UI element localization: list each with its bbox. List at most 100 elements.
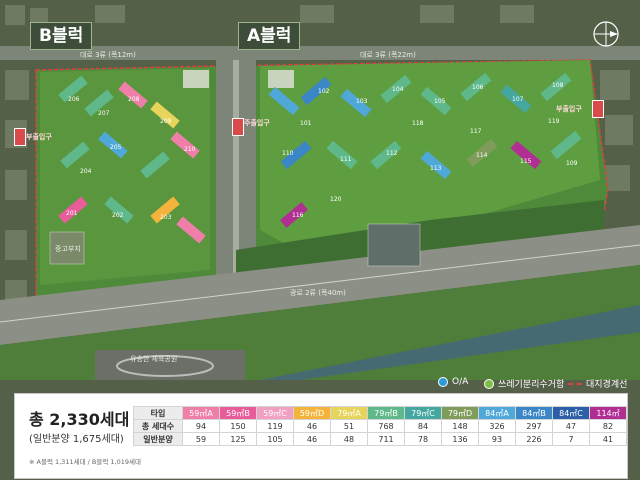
building-number: 207 [98, 110, 110, 117]
site-plan: B블럭 A블럭 대로 3류 (폭12m) 대로 3류 (폭22m) 광로 2류 … [0, 0, 640, 480]
compass-icon [593, 21, 619, 47]
type-cell: 114㎡ [589, 406, 627, 420]
building-number: 201 [66, 210, 78, 217]
total-cell: 150 [219, 419, 257, 433]
type-cell: 59㎡B [219, 406, 257, 420]
total-header: 총 세대수 [133, 419, 183, 433]
building-number: 203 [160, 214, 172, 221]
building-number: 104 [392, 86, 404, 93]
boundary-line-icon [568, 382, 582, 385]
building-number: 111 [340, 156, 352, 163]
total-cell: 82 [589, 419, 627, 433]
total-units: 총 2,330세대 [29, 410, 130, 429]
general-cell: 93 [478, 432, 516, 446]
general-row: 일반분양 59 125 105 46 48 711 78 136 93 226 7 41 [133, 432, 627, 446]
general-sale-units: (일반분양 1,675세대) [29, 434, 124, 445]
general-cell: 48 [330, 432, 368, 446]
total-cell: 46 [293, 419, 331, 433]
sports-park-label: 유승한 체육공원 [130, 355, 178, 363]
total-cell: 84 [404, 419, 442, 433]
building-number: 208 [128, 96, 140, 103]
building-number: 107 [512, 96, 524, 103]
oa-dot-icon [438, 377, 448, 387]
building-number: 202 [112, 212, 124, 219]
building-number: 110 [282, 150, 294, 157]
building-number: 109 [566, 160, 578, 167]
recycle-dot-icon [484, 378, 494, 389]
general-cell: 78 [404, 432, 442, 446]
community-center-a [268, 70, 294, 88]
main-gate-marker [232, 118, 244, 136]
building-number: 112 [386, 150, 398, 157]
general-cell: 59 [182, 432, 220, 446]
building-number: 102 [318, 88, 330, 95]
building-number: 118 [412, 120, 424, 127]
summary-panel: 총 2,330세대 (일반분양 1,675세대) ※ A블럭 1,311세대 /… [14, 393, 628, 479]
total-cell: 47 [552, 419, 590, 433]
general-cell: 7 [552, 432, 590, 446]
right-gate-label: 부출입구 [556, 105, 582, 113]
type-cell: 84㎡C [552, 406, 590, 420]
block-b-label: B블럭 [30, 22, 93, 50]
building-number: 114 [476, 152, 488, 159]
building-number: 106 [472, 84, 484, 91]
building-number: 205 [110, 144, 122, 151]
legend-waste-label: 쓰레기분리수거함 [498, 380, 565, 390]
left-gate-marker [14, 128, 26, 146]
general-cell: 41 [589, 432, 627, 446]
left-gate-label: 부출입구 [26, 133, 52, 141]
type-cell: 59㎡A [182, 406, 220, 420]
total-cell: 119 [256, 419, 294, 433]
type-cell: 84㎡A [478, 406, 516, 420]
school-label: 중고부지 [55, 245, 81, 253]
building-number: 206 [68, 96, 80, 103]
total-cell: 51 [330, 419, 368, 433]
general-cell: 46 [293, 432, 331, 446]
total-row: 총 세대수 94 150 119 46 51 768 84 148 326 297 47 82 [133, 419, 627, 433]
building-number: 105 [434, 98, 446, 105]
legend-boundary: 대지경계선 [568, 377, 627, 390]
road-label-top-left: 대로 3류 (폭12m) [80, 51, 136, 59]
building-number: 204 [80, 168, 92, 175]
building-number: 209 [160, 118, 172, 125]
type-cell: 59㎡C [256, 406, 294, 420]
building-number: 115 [520, 158, 532, 165]
general-cell: 136 [441, 432, 479, 446]
total-cell: 326 [478, 419, 516, 433]
building-number: 108 [552, 82, 564, 89]
right-gate-marker [592, 100, 604, 118]
unit-type-table: 타입 59㎡A 59㎡B 59㎡C 59㎡D 79㎡A 79㎡B 79㎡C 79㎡D 84㎡A 8… [133, 406, 627, 446]
type-row: 타입 59㎡A 59㎡B 59㎡C 59㎡D 79㎡A 79㎡B 79㎡C 79㎡D 84㎡A 8… [133, 406, 627, 420]
building-number: 101 [300, 120, 312, 127]
legend-oa: O/A [438, 377, 468, 387]
block-a-label: A블럭 [238, 22, 301, 50]
total-cell: 148 [441, 419, 479, 433]
total-cell: 768 [367, 419, 405, 433]
legend-oa-label: O/A [452, 377, 469, 387]
building-number: 120 [330, 196, 342, 203]
type-cell: 79㎡A [330, 406, 368, 420]
general-header: 일반분양 [133, 432, 183, 446]
building-number: 119 [548, 118, 560, 125]
main-gate-label: 주출입구 [244, 119, 270, 127]
type-cell: 79㎡D [441, 406, 479, 420]
type-cell: 84㎡B [515, 406, 553, 420]
total-cell: 297 [515, 419, 553, 433]
general-cell: 226 [515, 432, 553, 446]
building-number: 117 [470, 128, 482, 135]
total-cell: 94 [182, 419, 220, 433]
central-facility [367, 223, 421, 267]
legend-boundary-label: 대지경계선 [586, 380, 628, 390]
building-number: 113 [430, 165, 442, 172]
type-cell: 79㎡B [367, 406, 405, 420]
type-cell: 79㎡C [404, 406, 442, 420]
building-number: 103 [356, 98, 368, 105]
road-label-bottom: 광로 2류 (폭40m) [290, 289, 346, 297]
legend-waste: 쓰레기분리수거함 [484, 377, 564, 390]
general-cell: 711 [367, 432, 405, 446]
type-header: 타입 [133, 406, 183, 420]
general-cell: 125 [219, 432, 257, 446]
type-cell: 59㎡D [293, 406, 331, 420]
block-breakdown-note: ※ A블럭 1,311세대 / B블럭 1,019세대 [29, 458, 141, 466]
community-center [183, 70, 209, 88]
